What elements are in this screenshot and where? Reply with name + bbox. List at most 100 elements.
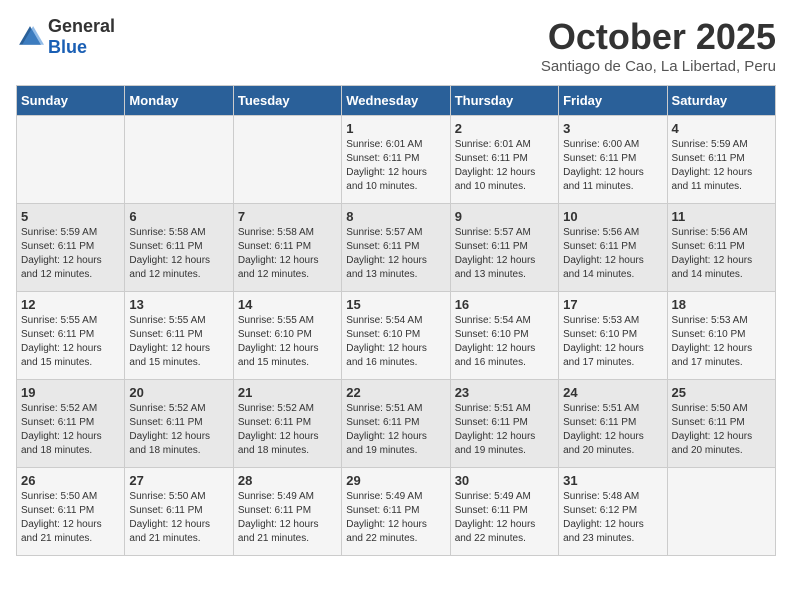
calendar-cell: 14Sunrise: 5:55 AMSunset: 6:10 PMDayligh… bbox=[233, 292, 341, 380]
weekday-header: Wednesday bbox=[342, 86, 450, 116]
cell-sun-info: Sunrise: 5:53 AMSunset: 6:10 PMDaylight:… bbox=[563, 314, 662, 370]
calendar-cell: 28 Sunrise: 5:49 AMSunset: 6:11 PMDayligh… bbox=[233, 468, 341, 556]
cell-sun-info: Sunrise: 5:58 AMSunset: 6:11 PMDaylight:… bbox=[238, 226, 337, 282]
location-subtitle: Santiago de Cao, La Libertad, Peru bbox=[541, 58, 776, 75]
calendar-cell: 20Sunrise: 5:52 AMSunset: 6:11 PMDayligh… bbox=[125, 380, 233, 468]
cell-sun-info: Sunrise: 5:58 AMSunset: 6:11 PMDaylight:… bbox=[129, 226, 228, 282]
calendar-cell: 30Sunrise: 5:49 AMSunset: 6:11 PMDayligh… bbox=[450, 468, 558, 556]
logo-text: General Blue bbox=[48, 16, 115, 58]
day-number: 24 bbox=[563, 385, 662, 400]
cell-sun-info: Sunrise: 5:59 AMSunset: 6:11 PMDaylight:… bbox=[672, 138, 771, 194]
calendar-cell: 22Sunrise: 5:51 AMSunset: 6:11 PMDayligh… bbox=[342, 380, 450, 468]
day-number: 9 bbox=[455, 209, 554, 224]
day-number: 4 bbox=[672, 121, 771, 136]
day-number: 5 bbox=[21, 209, 120, 224]
calendar-cell: 15Sunrise: 5:54 AMSunset: 6:10 PMDayligh… bbox=[342, 292, 450, 380]
day-number: 12 bbox=[21, 297, 120, 312]
cell-sun-info: Sunrise: 5:54 AMSunset: 6:10 PMDaylight:… bbox=[455, 314, 554, 370]
calendar-cell: 31 Sunrise: 5:48 AMSunset: 6:12 PMDayligh… bbox=[559, 468, 667, 556]
month-title: October 2025 bbox=[541, 16, 776, 58]
cell-sun-info: Sunrise: 5:50 AMSunset: 6:11 PMDaylight:… bbox=[129, 490, 228, 546]
calendar-cell: 23 Sunrise: 5:51 AMSunset: 6:11 PMDayligh… bbox=[450, 380, 558, 468]
calendar-cell: 27 Sunrise: 5:50 AMSunset: 6:11 PMDayligh… bbox=[125, 468, 233, 556]
calendar-cell: 19Sunrise: 5:52 AMSunset: 6:11 PMDayligh… bbox=[17, 380, 125, 468]
logo-icon bbox=[16, 23, 44, 51]
calendar-week-row: 5Sunrise: 5:59 AMSunset: 6:11 PMDaylight… bbox=[17, 204, 776, 292]
day-number: 1 bbox=[346, 121, 445, 136]
calendar-cell: 2 Sunrise: 6:01 AMSunset: 6:11 PMDaylight… bbox=[450, 116, 558, 204]
calendar-week-row: 12 Sunrise: 5:55 AMSunset: 6:11 PMDayligh… bbox=[17, 292, 776, 380]
calendar-cell: 3Sunrise: 6:00 AMSunset: 6:11 PMDaylight… bbox=[559, 116, 667, 204]
cell-sun-info: Sunrise: 5:55 AMSunset: 6:11 PMDaylight:… bbox=[129, 314, 228, 370]
day-number: 31 bbox=[563, 473, 662, 488]
day-number: 23 bbox=[455, 385, 554, 400]
day-number: 27 bbox=[129, 473, 228, 488]
calendar-cell: 1 Sunrise: 6:01 AMSunset: 6:11 PMDaylight… bbox=[342, 116, 450, 204]
weekday-header: Saturday bbox=[667, 86, 775, 116]
day-number: 26 bbox=[21, 473, 120, 488]
day-number: 28 bbox=[238, 473, 337, 488]
cell-sun-info: Sunrise: 5:55 AMSunset: 6:11 PMDaylight:… bbox=[21, 314, 120, 370]
calendar-cell: 18 Sunrise: 5:53 AMSunset: 6:10 PMDayligh… bbox=[667, 292, 775, 380]
cell-sun-info: Sunrise: 6:00 AMSunset: 6:11 PMDaylight:… bbox=[563, 138, 662, 194]
calendar-cell bbox=[17, 116, 125, 204]
cell-sun-info: Sunrise: 5:57 AMSunset: 6:11 PMDaylight:… bbox=[346, 226, 445, 282]
calendar-cell: 16 Sunrise: 5:54 AMSunset: 6:10 PMDayligh… bbox=[450, 292, 558, 380]
calendar-cell: 7 Sunrise: 5:58 AMSunset: 6:11 PMDaylight… bbox=[233, 204, 341, 292]
weekday-header: Tuesday bbox=[233, 86, 341, 116]
day-number: 21 bbox=[238, 385, 337, 400]
weekday-header: Sunday bbox=[17, 86, 125, 116]
cell-sun-info: Sunrise: 5:49 AMSunset: 6:11 PMDaylight:… bbox=[346, 490, 445, 546]
weekday-header: Monday bbox=[125, 86, 233, 116]
cell-sun-info: Sunrise: 5:52 AMSunset: 6:11 PMDaylight:… bbox=[238, 402, 337, 458]
day-number: 29 bbox=[346, 473, 445, 488]
cell-sun-info: Sunrise: 5:51 AMSunset: 6:11 PMDaylight:… bbox=[455, 402, 554, 458]
cell-sun-info: Sunrise: 5:49 AMSunset: 6:11 PMDaylight:… bbox=[238, 490, 337, 546]
title-block: October 2025 Santiago de Cao, La Liberta… bbox=[541, 16, 776, 75]
day-number: 8 bbox=[346, 209, 445, 224]
day-number: 16 bbox=[455, 297, 554, 312]
day-number: 30 bbox=[455, 473, 554, 488]
calendar-cell bbox=[667, 468, 775, 556]
cell-sun-info: Sunrise: 5:53 AMSunset: 6:10 PMDaylight:… bbox=[672, 314, 771, 370]
day-number: 18 bbox=[672, 297, 771, 312]
day-number: 13 bbox=[129, 297, 228, 312]
day-number: 2 bbox=[455, 121, 554, 136]
calendar-cell: 29 Sunrise: 5:49 AMSunset: 6:11 PMDayligh… bbox=[342, 468, 450, 556]
page-header: General Blue October 2025 Santiago de Ca… bbox=[16, 16, 776, 75]
calendar-table: SundayMondayTuesdayWednesdayThursdayFrid… bbox=[16, 85, 776, 556]
calendar-cell: 24 Sunrise: 5:51 AMSunset: 6:11 PMDayligh… bbox=[559, 380, 667, 468]
cell-sun-info: Sunrise: 5:56 AMSunset: 6:11 PMDaylight:… bbox=[563, 226, 662, 282]
calendar-week-row: 26 Sunrise: 5:50 AMSunset: 6:11 PMDayligh… bbox=[17, 468, 776, 556]
cell-sun-info: Sunrise: 6:01 AMSunset: 6:11 PMDaylight:… bbox=[455, 138, 554, 194]
calendar-cell: 26 Sunrise: 5:50 AMSunset: 6:11 PMDayligh… bbox=[17, 468, 125, 556]
calendar-cell: 9 Sunrise: 5:57 AMSunset: 6:11 PMDaylight… bbox=[450, 204, 558, 292]
calendar-cell: 21 Sunrise: 5:52 AMSunset: 6:11 PMDayligh… bbox=[233, 380, 341, 468]
calendar-cell: 8 Sunrise: 5:57 AMSunset: 6:11 PMDaylight… bbox=[342, 204, 450, 292]
cell-sun-info: Sunrise: 5:56 AMSunset: 6:11 PMDaylight:… bbox=[672, 226, 771, 282]
cell-sun-info: Sunrise: 5:48 AMSunset: 6:12 PMDaylight:… bbox=[563, 490, 662, 546]
cell-sun-info: Sunrise: 5:50 AMSunset: 6:11 PMDaylight:… bbox=[21, 490, 120, 546]
cell-sun-info: Sunrise: 5:50 AMSunset: 6:11 PMDaylight:… bbox=[672, 402, 771, 458]
cell-sun-info: Sunrise: 6:01 AMSunset: 6:11 PMDaylight:… bbox=[346, 138, 445, 194]
day-number: 7 bbox=[238, 209, 337, 224]
calendar-cell: 12 Sunrise: 5:55 AMSunset: 6:11 PMDayligh… bbox=[17, 292, 125, 380]
calendar-cell: 5Sunrise: 5:59 AMSunset: 6:11 PMDaylight… bbox=[17, 204, 125, 292]
cell-sun-info: Sunrise: 5:51 AMSunset: 6:11 PMDaylight:… bbox=[563, 402, 662, 458]
cell-sun-info: Sunrise: 5:55 AMSunset: 6:10 PMDaylight:… bbox=[238, 314, 337, 370]
cell-sun-info: Sunrise: 5:57 AMSunset: 6:11 PMDaylight:… bbox=[455, 226, 554, 282]
cell-sun-info: Sunrise: 5:52 AMSunset: 6:11 PMDaylight:… bbox=[21, 402, 120, 458]
calendar-week-row: 19Sunrise: 5:52 AMSunset: 6:11 PMDayligh… bbox=[17, 380, 776, 468]
calendar-cell bbox=[125, 116, 233, 204]
calendar-cell: 10Sunrise: 5:56 AMSunset: 6:11 PMDayligh… bbox=[559, 204, 667, 292]
cell-sun-info: Sunrise: 5:51 AMSunset: 6:11 PMDaylight:… bbox=[346, 402, 445, 458]
day-number: 25 bbox=[672, 385, 771, 400]
weekday-header: Thursday bbox=[450, 86, 558, 116]
day-number: 11 bbox=[672, 209, 771, 224]
logo-general: General bbox=[48, 16, 115, 36]
calendar-cell: 4 Sunrise: 5:59 AMSunset: 6:11 PMDaylight… bbox=[667, 116, 775, 204]
calendar-cell: 6Sunrise: 5:58 AMSunset: 6:11 PMDaylight… bbox=[125, 204, 233, 292]
weekday-header-row: SundayMondayTuesdayWednesdayThursdayFrid… bbox=[17, 86, 776, 116]
day-number: 20 bbox=[129, 385, 228, 400]
calendar-cell: 13 Sunrise: 5:55 AMSunset: 6:11 PMDayligh… bbox=[125, 292, 233, 380]
